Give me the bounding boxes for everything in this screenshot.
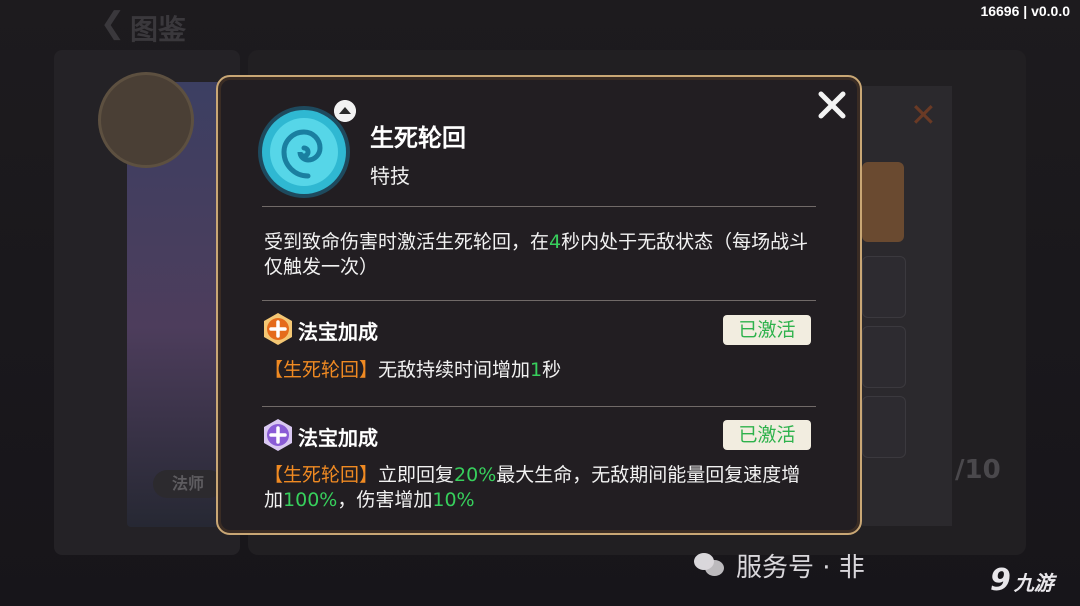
background-button <box>862 256 906 318</box>
orange-treasure-icon <box>264 313 292 345</box>
divider <box>262 206 816 207</box>
background-button <box>862 326 906 388</box>
class-tab[interactable]: 法师 <box>153 470 223 498</box>
desc-text: 受到致命伤害时激活生死轮回，在 <box>264 231 550 253</box>
skill-type: 特技 <box>370 164 410 188</box>
bonus-text: 立即回复 <box>378 464 455 486</box>
wechat-icon <box>694 551 726 579</box>
background-top-bar: ❮ 图鉴 <box>0 0 1080 48</box>
divider <box>262 300 816 301</box>
bonus-tag: 【生死轮回】 <box>264 464 379 486</box>
desc-highlight: 4 <box>549 231 562 253</box>
site-logo-text: 九游 <box>1013 570 1054 595</box>
purple-treasure-icon <box>264 419 292 451</box>
watermark: 服务号 · 非 <box>694 545 865 585</box>
background-button <box>862 396 906 458</box>
bonus-highlight: 1 <box>530 359 543 381</box>
skill-name: 生死轮回 <box>370 124 466 152</box>
version-label: 16696 | v0.0.0 <box>980 3 1070 19</box>
site-logo: 9 九游 <box>990 566 1054 596</box>
bonus-text: 无敌持续时间增加 <box>378 359 531 381</box>
status-badge: 已激活 <box>723 420 811 450</box>
bonus-text: ，伤害增加 <box>337 489 433 511</box>
page-title: 图鉴 <box>130 13 187 46</box>
bonus-highlight: 20% <box>454 464 497 486</box>
collapse-icon[interactable] <box>334 100 356 122</box>
background-close-icon: ✕ <box>910 96 937 134</box>
bonus-effect: 【生死轮回】无敌持续时间增加1秒 <box>264 358 816 383</box>
divider <box>262 406 816 407</box>
bonus-highlight: 100% <box>283 489 338 511</box>
watermark-text: 服务号 · 非 <box>736 552 865 583</box>
bonus-tag: 【生死轮回】 <box>264 359 379 381</box>
status-badge: 已激活 <box>723 315 811 345</box>
bonus-highlight: 10% <box>432 489 475 511</box>
bonus-effect: 【生死轮回】立即回复20%最大生命，无敌期间能量回复速度增加100%，伤害增加1… <box>264 463 816 513</box>
close-icon[interactable] <box>816 89 848 121</box>
site-logo-glyph: 9 <box>990 563 1011 598</box>
bonus-title: 法宝加成 <box>298 320 378 344</box>
avatar[interactable] <box>98 72 194 168</box>
bonus-title: 法宝加成 <box>298 426 378 450</box>
page-count: /10 <box>955 455 1001 485</box>
back-arrow-icon[interactable]: ❮ <box>100 6 125 41</box>
background-orange-button <box>862 162 904 242</box>
bonus-text: 秒 <box>542 359 562 381</box>
skill-description: 受到致命伤害时激活生死轮回，在4秒内处于无敌状态（每场战斗仅触发一次） <box>264 230 814 280</box>
